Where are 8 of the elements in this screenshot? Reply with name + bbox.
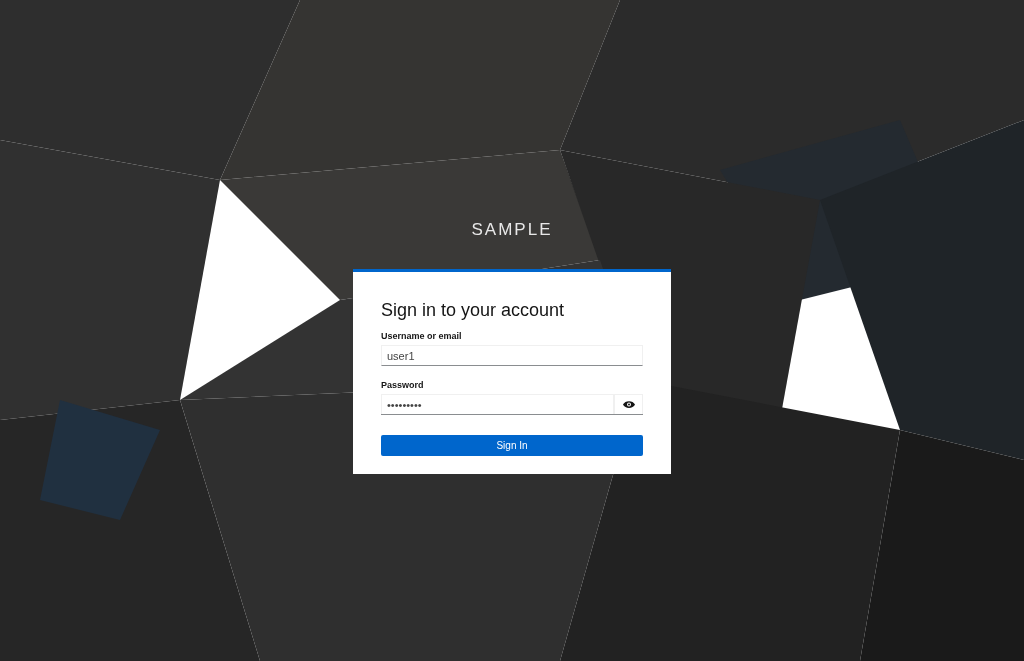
card-title: Sign in to your account xyxy=(381,300,566,321)
brand-logo: SAMPLE xyxy=(471,220,553,240)
show-password-button[interactable] xyxy=(614,394,643,414)
input-field[interactable]: user1 xyxy=(381,345,643,366)
field-label: Password xyxy=(381,380,425,390)
sign-in-button[interactable]: Sign In xyxy=(381,435,643,456)
field-label: Username or email xyxy=(381,331,463,341)
eye-icon xyxy=(622,400,635,409)
